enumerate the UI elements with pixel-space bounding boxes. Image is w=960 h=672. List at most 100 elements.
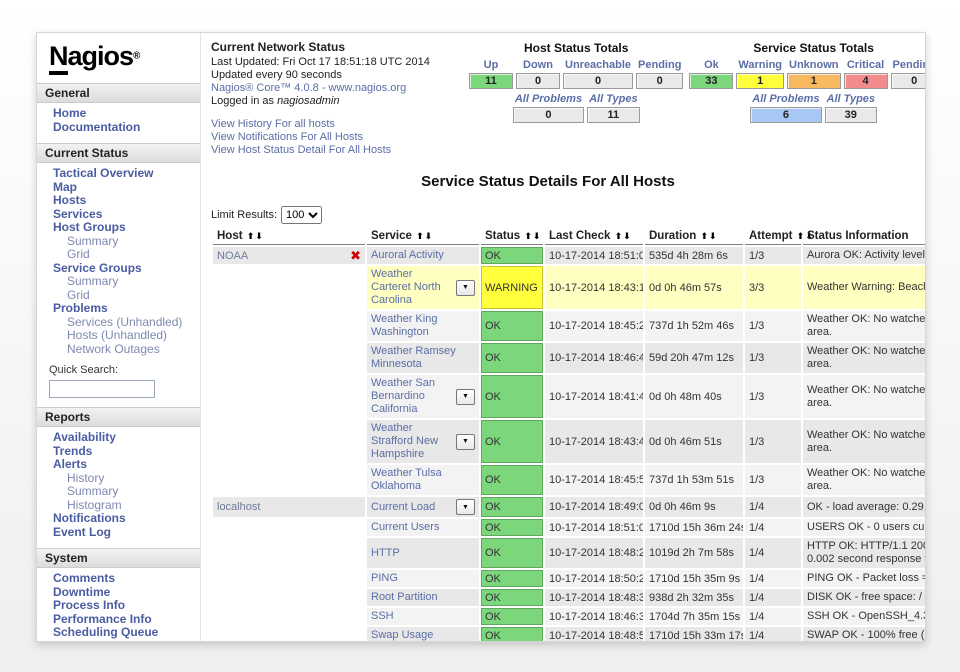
limit-results-select[interactable]: 100	[281, 206, 322, 224]
sidebar-item-alerts[interactable]: Alerts	[37, 458, 200, 472]
view-host-status-detail-for-all-hosts-link[interactable]: View Host Status Detail For All Hosts	[211, 144, 466, 157]
sidebar-item-home[interactable]: Home	[37, 107, 200, 121]
host-cell	[213, 465, 365, 495]
nagios-version-link[interactable]: Nagios® Core™ 4.0.8 - www.nagios.org	[211, 82, 466, 95]
column-header-service[interactable]: Service ⬆⬇	[367, 228, 479, 245]
last-check-cell: 10-17-2014 18:45:53	[545, 465, 643, 495]
sidebar-item-hosts[interactable]: Hosts	[37, 194, 200, 208]
service-actions-dropdown[interactable]: ▼	[456, 434, 475, 450]
sidebar-item-trends[interactable]: Trends	[37, 445, 200, 459]
service-actions-dropdown[interactable]: ▼	[456, 389, 475, 405]
sort-ascending-icon[interactable]: ⬆	[524, 231, 532, 241]
column-header-attempt[interactable]: Attempt ⬆⬇	[745, 228, 801, 245]
last-check-cell: 10-17-2014 18:43:15	[545, 266, 643, 309]
status-info-cell: Aurora OK: Activity level is 2	[803, 247, 925, 264]
sort-descending-icon[interactable]: ⬇	[623, 231, 631, 241]
sort-ascending-icon[interactable]: ⬆	[797, 231, 805, 241]
sort-ascending-icon[interactable]: ⬆	[615, 231, 623, 241]
service-link[interactable]: PING	[371, 572, 475, 585]
quick-search-input[interactable]	[49, 380, 155, 398]
attempt-cell: 1/4	[745, 608, 801, 625]
host-totals-count-down[interactable]: 0	[516, 73, 560, 89]
host-totals-count-all-types[interactable]: 11	[587, 107, 640, 123]
column-header-last-check[interactable]: Last Check ⬆⬇	[545, 228, 643, 245]
sidebar-item-host-groups[interactable]: Host Groups	[37, 221, 200, 235]
service-link[interactable]: Auroral Activity	[371, 249, 475, 262]
service-totals-count-ok[interactable]: 33	[689, 73, 733, 89]
sidebar-item-downtime[interactable]: Downtime	[37, 586, 200, 600]
sort-descending-icon[interactable]: ⬇	[255, 231, 263, 241]
service-link[interactable]: SSH	[371, 610, 475, 623]
sort-descending-icon[interactable]: ⬇	[533, 231, 541, 241]
sidebar-item-documentation[interactable]: Documentation	[37, 121, 200, 135]
host-link[interactable]: NOAA	[217, 250, 248, 262]
sidebar-item-process-info[interactable]: Process Info	[37, 599, 200, 613]
service-link[interactable]: Weather King Washington	[371, 313, 475, 339]
sidebar-item-grid[interactable]: Grid	[37, 289, 200, 303]
service-totals-count-all-problems[interactable]: 6	[750, 107, 821, 123]
sort-descending-icon[interactable]: ⬇	[709, 231, 717, 241]
host-totals-count-all-problems[interactable]: 0	[513, 107, 584, 123]
sidebar-item-history[interactable]: History	[37, 472, 200, 486]
sidebar-item-services-unhandled[interactable]: Services (Unhandled)	[37, 316, 200, 330]
nagios-logo[interactable]: Nagios®	[37, 33, 200, 76]
service-link[interactable]: Current Users	[371, 521, 475, 534]
sidebar-item-service-groups[interactable]: Service Groups	[37, 262, 200, 276]
sidebar-item-summary[interactable]: Summary	[37, 235, 200, 249]
sidebar-section-system: System	[37, 548, 200, 568]
view-notifications-for-all-hosts-link[interactable]: View Notifications For All Hosts	[211, 131, 466, 144]
host-critical-icon[interactable]: ✖	[350, 250, 361, 261]
sidebar-item-services[interactable]: Services	[37, 208, 200, 222]
service-link[interactable]: Weather San Bernardino California	[371, 377, 452, 416]
service-totals-count-unknown[interactable]: 1	[787, 73, 841, 89]
service-link[interactable]: Swap Usage	[371, 629, 475, 641]
sidebar-item-map[interactable]: Map	[37, 181, 200, 195]
sidebar-item-event-log[interactable]: Event Log	[37, 526, 200, 540]
column-header-host[interactable]: Host ⬆⬇	[213, 228, 365, 245]
sidebar-item-performance-info[interactable]: Performance Info	[37, 613, 200, 627]
service-link[interactable]: Weather Carteret North Carolina	[371, 268, 452, 307]
service-totals-count-all-types[interactable]: 39	[825, 107, 878, 123]
host-link[interactable]: localhost	[217, 501, 260, 513]
column-header-duration[interactable]: Duration ⬆⬇	[645, 228, 743, 245]
sort-ascending-icon[interactable]: ⬆	[247, 231, 255, 241]
sidebar-item-network-outages[interactable]: Network Outages	[37, 343, 200, 357]
sidebar-item-problems[interactable]: Problems	[37, 302, 200, 316]
logged-in-user: nagiosadmin	[277, 95, 339, 107]
main-content: Current Network Status Last Updated: Fri…	[201, 33, 925, 641]
sidebar-item-notifications[interactable]: Notifications	[37, 512, 200, 526]
column-header-status[interactable]: Status ⬆⬇	[481, 228, 543, 245]
service-link[interactable]: Weather Tulsa Oklahoma	[371, 467, 475, 493]
attempt-cell: 3/3	[745, 266, 801, 309]
sort-descending-icon[interactable]: ⬇	[425, 231, 433, 241]
sidebar-item-summary[interactable]: Summary	[37, 275, 200, 289]
service-link[interactable]: Root Partition	[371, 591, 475, 604]
sidebar-item-summary[interactable]: Summary	[37, 485, 200, 499]
sidebar-item-scheduling-queue[interactable]: Scheduling Queue	[37, 626, 200, 640]
service-actions-dropdown[interactable]: ▼	[456, 499, 475, 515]
service-link[interactable]: Weather Ramsey Minnesota	[371, 345, 475, 371]
sidebar-item-availability[interactable]: Availability	[37, 431, 200, 445]
service-link[interactable]: Weather Strafford New Hampshire	[371, 422, 452, 461]
sidebar-item-configuration[interactable]: Configuration	[37, 640, 200, 642]
host-totals-count-pending[interactable]: 0	[636, 73, 683, 89]
view-history-for-all-hosts-link[interactable]: View History For all hosts	[211, 118, 466, 131]
sidebar-item-tactical-overview[interactable]: Tactical Overview	[37, 167, 200, 181]
sidebar-item-grid[interactable]: Grid	[37, 248, 200, 262]
service-link[interactable]: Current Load	[371, 501, 452, 514]
service-totals-count-pending[interactable]: 0	[891, 73, 925, 89]
sidebar-item-hosts-unhandled[interactable]: Hosts (Unhandled)	[37, 329, 200, 343]
sidebar-item-comments[interactable]: Comments	[37, 572, 200, 586]
host-totals-count-unreachable[interactable]: 0	[563, 73, 633, 89]
service-link[interactable]: HTTP	[371, 547, 475, 560]
status-cell: OK	[481, 420, 543, 463]
sort-ascending-icon[interactable]: ⬆	[416, 231, 424, 241]
host-totals-count-up[interactable]: 11	[469, 73, 513, 89]
service-totals-count-critical[interactable]: 4	[844, 73, 888, 89]
status-cell: OK	[481, 538, 543, 568]
service-row: Weather Carteret North Carolina▼WARNING1…	[213, 266, 925, 309]
service-totals-count-warning[interactable]: 1	[736, 73, 784, 89]
service-actions-dropdown[interactable]: ▼	[456, 280, 475, 296]
sidebar-item-histogram[interactable]: Histogram	[37, 499, 200, 513]
sort-ascending-icon[interactable]: ⬆	[700, 231, 708, 241]
